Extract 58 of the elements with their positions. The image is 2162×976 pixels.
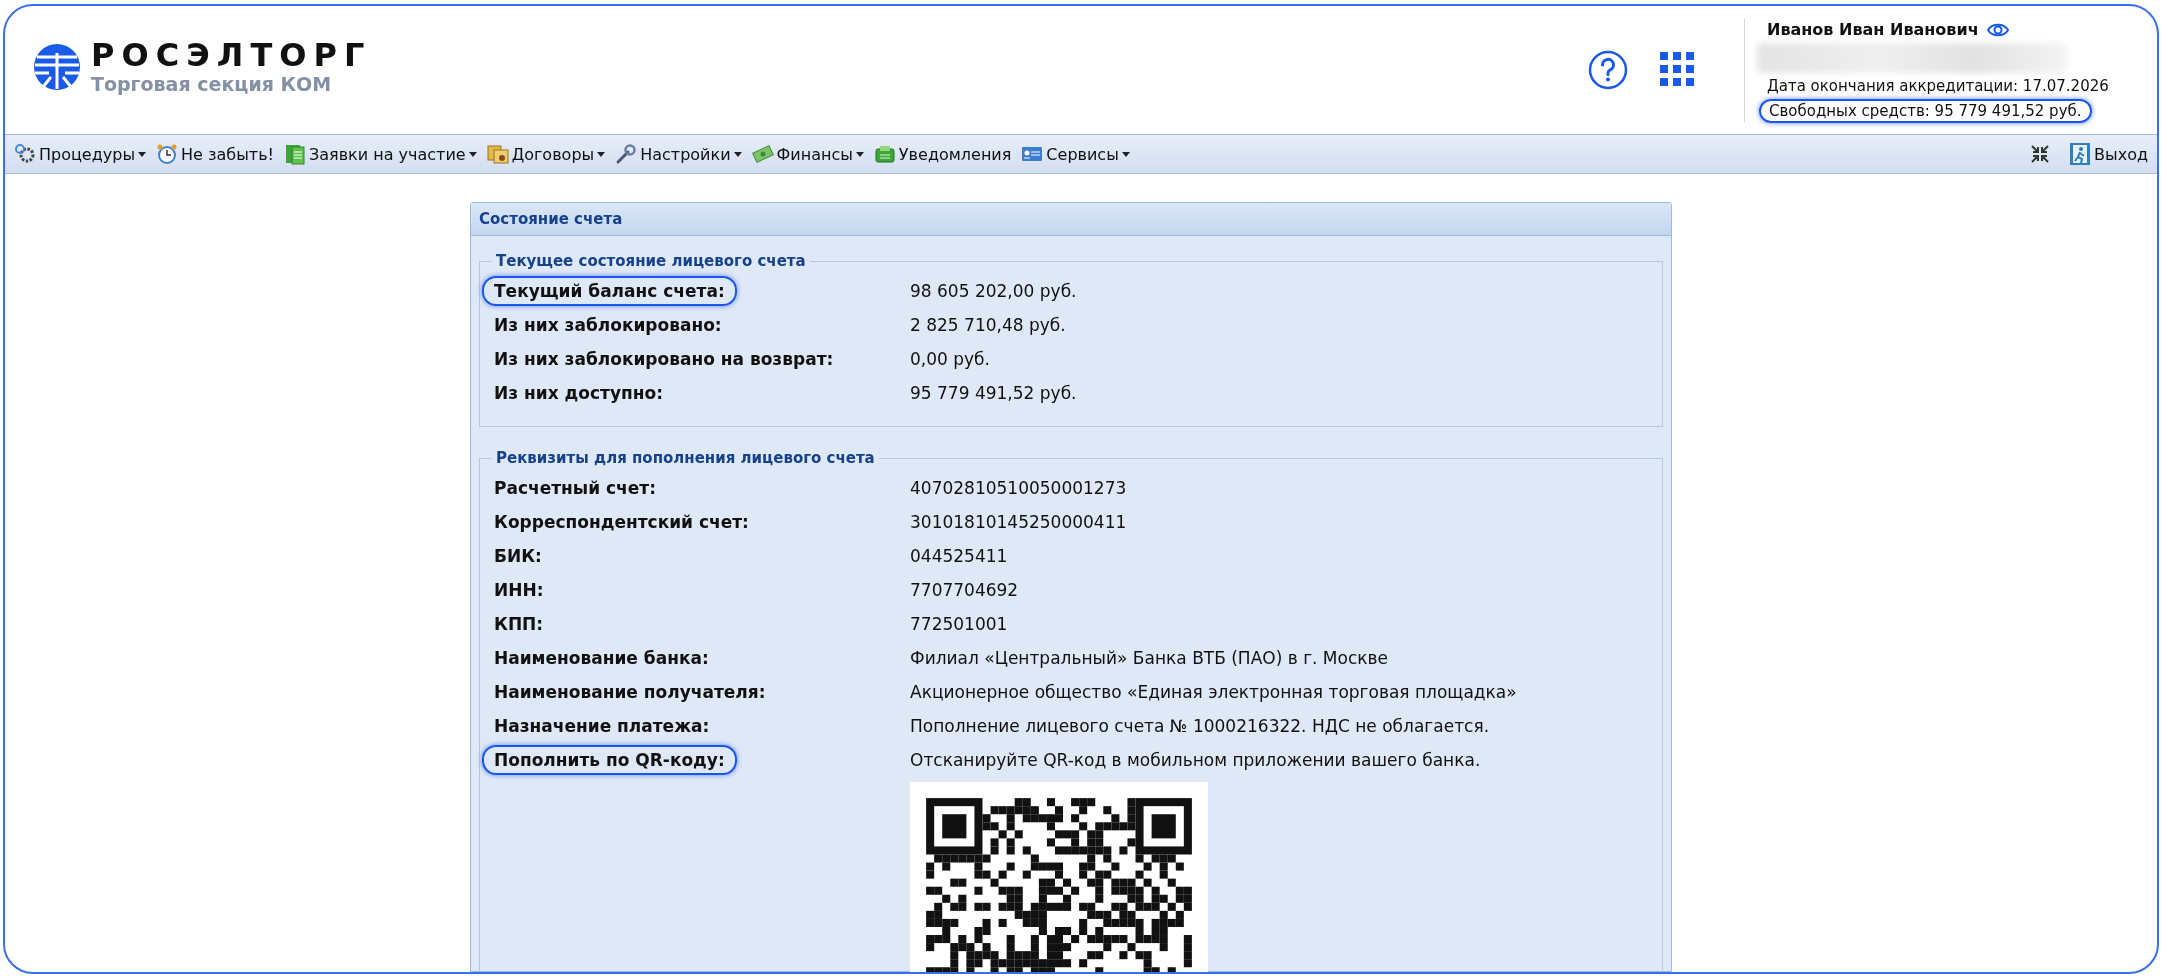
field-label: Наименование получателя: (493, 681, 767, 704)
field-label: ИНН: (493, 579, 545, 602)
field-label: Текущий баланс счета: (482, 276, 737, 306)
panel-title: Состояние счета (471, 203, 1671, 236)
field-label: Из них заблокировано: (493, 314, 723, 337)
field-value: Акционерное общество «Единая электронная торговая площадка» (910, 682, 1518, 702)
accreditation-date: Дата окончания аккредитации: 17.07.2026 (1767, 77, 2110, 95)
logo-icon (33, 43, 81, 91)
field-value: 40702810510050001273 (910, 478, 1128, 498)
field-label: Наименование банка: (493, 647, 710, 670)
menu-item[interactable]: Заявки на участие (278, 138, 482, 170)
field-value: Филиал «Центральный» Банка ВТБ (ПАО) в г. Москве (910, 648, 1390, 668)
caret-icon (733, 151, 742, 157)
exit-button[interactable]: Выход (2064, 138, 2153, 170)
collapse-icon[interactable] (2030, 144, 2051, 164)
alarm-clock-icon (156, 143, 179, 165)
document-icon (283, 143, 306, 165)
menu-item[interactable]: Сервисы (1016, 138, 1135, 170)
caret-icon (468, 151, 477, 157)
field-value: 30101810145250000411 (910, 512, 1128, 532)
menu-item[interactable]: Договоры (481, 138, 611, 170)
field-label: Назначение платежа: (493, 715, 711, 738)
field-value: Отсканируйте QR-код в мобильном приложении вашего банка. (910, 750, 1482, 770)
field-value: 0,00 руб. (910, 349, 991, 369)
field-value: 95 779 491,52 руб. (910, 383, 1078, 403)
tray-icon (873, 143, 896, 165)
folders-icon (486, 143, 509, 165)
field-value: 7707704692 (910, 580, 1020, 600)
free-funds: Свободных средств: 95 779 491,52 руб. (1759, 99, 2092, 123)
caret-icon (855, 151, 864, 157)
field-value: Пополнение лицевого счета № 1000216322. НДС не облагается. (910, 716, 1491, 736)
section-title: Текущее состояние лицевого счета (495, 252, 807, 270)
menu-item[interactable]: Процедуры (9, 138, 152, 170)
field-label: Расчетный счет: (493, 477, 657, 500)
field-label: БИК: (493, 545, 543, 568)
menu-item[interactable]: Не забыть! (151, 138, 279, 170)
menu-item[interactable]: Финансы (746, 138, 869, 170)
caret-icon (1121, 151, 1130, 157)
logo-name: РОСЭЛТОРГ (91, 38, 372, 74)
field-label: Из них заблокировано на возврат: (493, 348, 835, 371)
field-value: 044525411 (910, 546, 1009, 566)
user-name: Иванов Иван Иванович (1767, 20, 1979, 39)
field-label: Из них доступно: (493, 382, 664, 405)
field-label: Корреспондентский счет: (493, 511, 750, 534)
field-value: 98 605 202,00 руб. (910, 281, 1078, 301)
field-label: Пополнить по QR-коду: (482, 745, 737, 775)
logo-subtitle: Торговая секция КОМ (91, 73, 333, 96)
menu-item[interactable]: Настройки (610, 138, 747, 170)
help-icon[interactable] (1586, 48, 1630, 92)
caret-icon (597, 151, 606, 157)
eye-icon[interactable] (1986, 21, 2009, 38)
field-value: 2 825 710,48 руб. (910, 315, 1067, 335)
field-label: КПП: (493, 613, 545, 636)
section-title: Реквизиты для пополнения лицевого счета (495, 449, 876, 467)
caret-icon (138, 151, 147, 157)
field-value: 772501001 (910, 614, 1009, 634)
exit-door-icon (2069, 142, 2092, 166)
menu-item[interactable]: Уведомления (868, 138, 1017, 170)
